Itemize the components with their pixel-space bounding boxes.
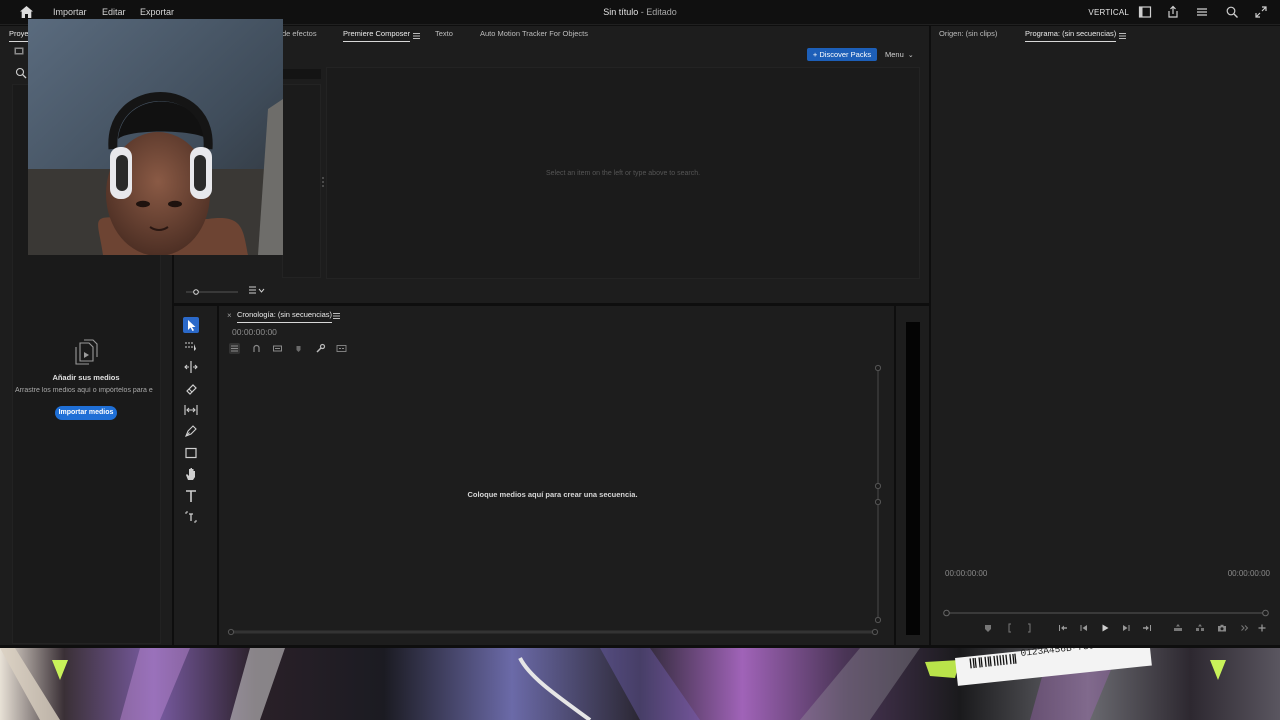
tab-texto[interactable]: Texto [435,29,453,38]
step-back-icon[interactable] [1079,623,1089,633]
ripple-edit-tool-icon[interactable] [183,359,199,375]
captions-tool-icon[interactable] [183,509,199,525]
tab-premiere-composer[interactable]: Premiere Composer [343,29,411,42]
tab-effects[interactable]: de efectos [282,29,317,38]
composer-search-bar[interactable] [282,69,321,79]
slip-tool-icon[interactable] [183,402,199,418]
snap-icon[interactable] [251,343,262,354]
mark-in-icon[interactable] [1005,623,1015,633]
folder-icon[interactable] [14,47,24,55]
workspace-label[interactable]: VERTICAL [1088,8,1129,17]
add-marker-icon[interactable] [293,343,304,354]
more-controls-icon[interactable] [1240,623,1250,633]
add-button-icon[interactable] [1257,623,1267,633]
timeline-menu-icon[interactable] [333,311,340,319]
go-to-in-icon[interactable] [1058,623,1068,633]
tab-timeline[interactable]: Cronología: (sin secuencias) [237,310,333,323]
go-to-out-icon[interactable] [1142,623,1152,633]
resize-handle-icon[interactable] [321,176,325,188]
audio-meter [906,322,920,635]
composer-zoom-slider[interactable] [186,287,238,295]
program-current-timecode[interactable]: 00:00:00:00 [945,569,987,578]
timeline-horizontal-scrollbar[interactable] [227,628,879,636]
tab-program-monitor[interactable]: Programa: (sin secuencias) [1025,29,1117,42]
tab-source-monitor[interactable]: Origen: (sin clips) [939,29,997,38]
tab-menu-icon[interactable] [413,31,420,39]
step-forward-icon[interactable] [1121,623,1131,633]
rectangle-tool-icon[interactable] [183,445,199,461]
timeline-vertical-scrollbar[interactable] [874,364,882,626]
razor-tool-icon[interactable] [183,381,199,397]
project-search-icon[interactable] [15,67,27,79]
import-media-button[interactable]: Importar medios [55,406,117,420]
menu-lines-icon[interactable] [1195,5,1209,19]
add-marker-icon[interactable] [983,623,993,633]
program-scrubber[interactable] [943,609,1269,617]
wrench-icon[interactable] [315,343,326,354]
composer-category-list[interactable] [282,84,321,278]
menu-importar[interactable]: Importar [53,7,87,17]
close-icon[interactable]: × [227,311,232,320]
share-icon[interactable] [1166,5,1180,19]
nest-icon[interactable] [229,343,240,354]
tools-panel [174,306,217,645]
program-menu-icon[interactable] [1119,31,1126,39]
document-name: Sin título [603,7,639,17]
discover-packs-button[interactable]: + Discover Packs [807,48,877,61]
media-files-icon [72,339,100,365]
timeline-panel: × Cronología: (sin secuencias) 00:00:00:… [219,306,894,645]
linked-selection-icon[interactable] [272,343,283,354]
search-icon[interactable] [1225,5,1239,19]
audio-meter-panel [896,306,929,645]
panel-layout-icon[interactable] [1138,5,1152,19]
captions-icon[interactable] [336,343,347,354]
track-select-tool-icon[interactable] [183,338,199,354]
composer-menu-dropdown[interactable]: Menu ⌄ [885,50,914,59]
extract-icon[interactable] [1195,623,1205,633]
tab-auto-motion-tracker[interactable]: Auto Motion Tracker For Objects [480,29,588,38]
home-icon[interactable] [20,6,33,18]
composer-hint-text: Select an item on the left or type above… [545,170,701,177]
desktop-wallpaper: 0123A456B-789 [0,648,1280,720]
hand-tool-icon[interactable] [183,466,199,482]
timeline-empty-message: Coloque medios aquí para crear una secue… [467,490,638,499]
play-icon[interactable] [1100,623,1110,633]
tab-project[interactable]: Proye [9,29,29,42]
menu-exportar[interactable]: Exportar [140,7,174,17]
empty-media-description: Arrastre los medios aquí o impórtelos pa… [15,387,153,394]
sort-view-icon[interactable] [249,286,265,295]
program-duration-timecode: 00:00:00:00 [1227,569,1270,578]
document-status: - Editado [640,7,677,17]
composer-content-area[interactable]: Select an item on the left or type above… [326,67,920,279]
timeline-timecode[interactable]: 00:00:00:00 [232,327,277,337]
composer-menu-label: Menu [885,50,904,59]
pen-tool-icon[interactable] [183,423,199,439]
type-tool-icon[interactable] [183,488,199,504]
camera-icon[interactable] [1217,623,1227,633]
menu-editar[interactable]: Editar [102,7,126,17]
composer-panel: de efectos Premiere Composer Texto Auto … [174,26,929,303]
selection-tool-icon[interactable] [183,317,199,333]
program-monitor-panel: Origen: (sin clips) Programa: (sin secue… [931,26,1280,645]
mark-out-icon[interactable] [1024,623,1034,633]
fullscreen-icon[interactable] [1254,5,1268,19]
webcam-overlay [28,19,283,255]
lift-icon[interactable] [1173,623,1183,633]
empty-media-title: Añadir sus medios [52,373,120,382]
chevron-down-icon: ⌄ [907,52,914,59]
